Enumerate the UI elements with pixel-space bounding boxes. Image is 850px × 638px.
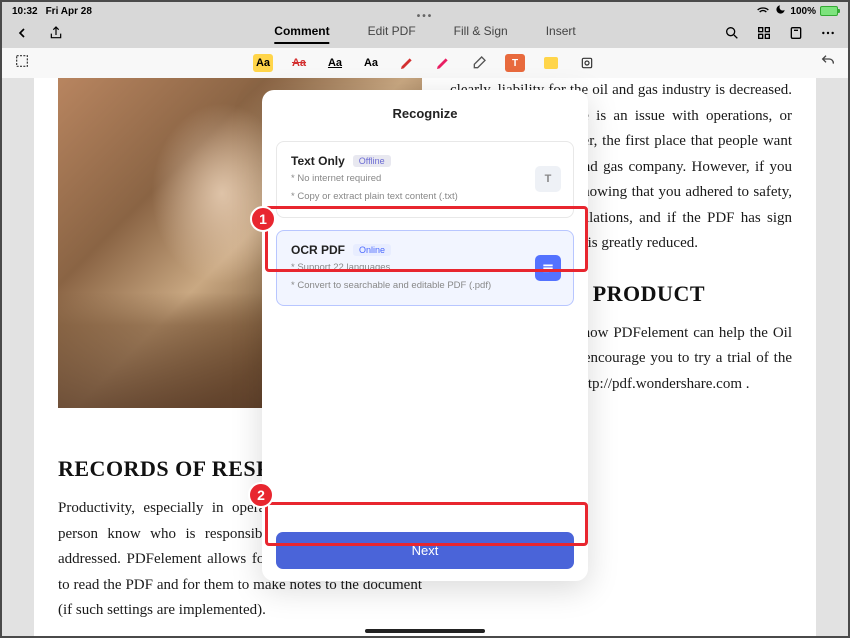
modal-title: Recognize	[262, 106, 588, 121]
battery-percent: 100%	[790, 6, 816, 17]
strikethrough-tool[interactable]: Aa	[289, 54, 309, 72]
bookmark-button[interactable]	[788, 25, 804, 44]
offline-badge: Offline	[353, 155, 391, 167]
recognize-modal: Recognize Text Only Offline * No interne…	[262, 90, 588, 581]
option-title: Text Only	[291, 154, 345, 168]
wifi-icon	[755, 2, 771, 21]
grid-button[interactable]	[756, 25, 772, 44]
select-tool[interactable]	[14, 53, 30, 74]
tools-bar: Aa Aa Aa Aa T	[2, 48, 848, 78]
sticky-note-tool[interactable]	[541, 54, 561, 72]
eraser-tool[interactable]	[469, 54, 489, 72]
highlight-tool[interactable]: Aa	[253, 54, 273, 72]
option-desc-line: * Convert to searchable and editable PDF…	[291, 279, 559, 293]
undo-button[interactable]	[820, 53, 836, 74]
option-desc-line: * Support 22 languages	[291, 261, 559, 275]
top-tabs-bar: Comment Edit PDF Fill & Sign Insert	[2, 20, 848, 48]
status-date: Fri Apr 28	[46, 6, 92, 17]
tab-comment[interactable]: Comment	[274, 24, 329, 44]
text-icon: T	[535, 166, 561, 192]
option-desc-line: * No internet required	[291, 172, 559, 186]
pen-tool-red[interactable]	[397, 54, 417, 72]
squiggly-tool[interactable]: Aa	[361, 54, 381, 72]
tab-fill-sign[interactable]: Fill & Sign	[454, 24, 508, 44]
moon-icon	[775, 4, 786, 18]
tab-edit-pdf[interactable]: Edit PDF	[368, 24, 416, 44]
option-ocr-pdf[interactable]: OCR PDF Online * Support 22 languages * …	[276, 230, 574, 307]
share-button[interactable]	[48, 25, 64, 44]
next-button[interactable]: Next	[276, 532, 574, 569]
tab-insert[interactable]: Insert	[546, 24, 576, 44]
more-button[interactable]	[820, 25, 836, 44]
status-time: 10:32	[12, 6, 38, 17]
status-bar: 10:32 Fri Apr 28 ••• 100%	[2, 2, 848, 20]
pdf-icon	[535, 255, 561, 281]
option-text-only[interactable]: Text Only Offline * No internet required…	[276, 141, 574, 218]
textbox-tool[interactable]: T	[505, 54, 525, 72]
option-desc-line: * Copy or extract plain text content (.t…	[291, 190, 559, 204]
battery-icon	[820, 6, 838, 16]
back-button[interactable]	[14, 25, 30, 44]
option-title: OCR PDF	[291, 243, 345, 257]
online-badge: Online	[353, 244, 391, 256]
search-button[interactable]	[724, 25, 740, 44]
pen-tool-pink[interactable]	[433, 54, 453, 72]
home-indicator[interactable]	[365, 629, 485, 633]
stamp-tool[interactable]	[577, 54, 597, 72]
underline-tool[interactable]: Aa	[325, 54, 345, 72]
